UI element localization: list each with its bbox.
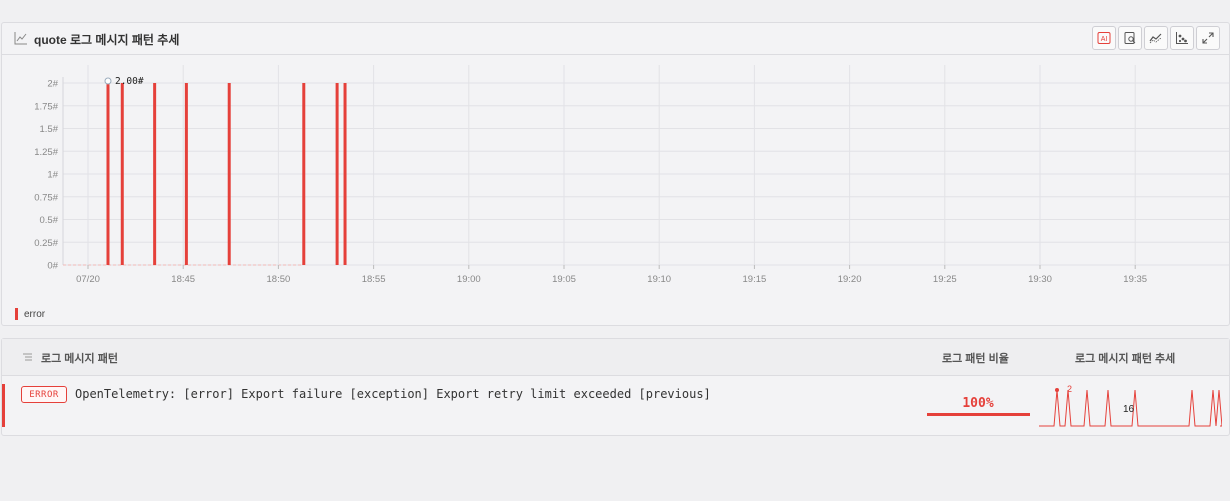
chart-legend[interactable]: error: [15, 308, 45, 320]
bar-error[interactable]: [302, 83, 306, 265]
table-row[interactable]: ERROR OpenTelemetry: [error] Export fail…: [2, 376, 1229, 434]
legend-label-error: error: [24, 308, 46, 320]
x-tick-label: 18:45: [171, 274, 195, 285]
bar-error[interactable]: [106, 83, 110, 265]
bar-error[interactable]: [184, 83, 188, 265]
panel-header: quote 로그 메시지 패턴 추세 AI: [2, 23, 1229, 55]
sparkline-max-label: 2: [1067, 384, 1072, 394]
y-tick-label: 1.25#: [34, 147, 58, 158]
y-tick-label: 0.75#: [34, 192, 58, 203]
search-log-button[interactable]: [1118, 26, 1142, 50]
header-pattern[interactable]: 로그 메시지 패턴: [41, 350, 118, 366]
row-level-indicator: [2, 384, 5, 427]
trend-panel: quote 로그 메시지 패턴 추세 AI 0# 0.25# 0.5# 0.75# 1#…: [1, 22, 1230, 326]
y-tick-label: 1.5#: [40, 124, 59, 135]
bar-error[interactable]: [343, 83, 347, 265]
sparkline-max-point: [1055, 388, 1059, 392]
hover-point: [104, 77, 112, 85]
trend-button[interactable]: [1144, 26, 1168, 50]
bar-error[interactable]: [227, 83, 231, 265]
y-tick-label: 0#: [47, 261, 58, 272]
error-trend-chart: 0# 0.25# 0.5# 0.75# 1# 1.25# 1.5# 1.75# 2# 07/20 1…: [34, 65, 1229, 285]
x-tick-label: 19:25: [933, 274, 957, 285]
pattern-message[interactable]: OpenTelemetry: [error] Export failure [e…: [75, 387, 711, 401]
search-log-icon: [1124, 32, 1136, 44]
ratio-bar: [927, 413, 1030, 416]
svg-text:AI: AI: [1101, 36, 1108, 43]
y-tick-label: 2#: [47, 79, 58, 90]
level-badge: ERROR: [21, 386, 67, 403]
y-tick-label: 1#: [47, 170, 58, 181]
scatter-icon: [1176, 32, 1188, 44]
legend-swatch-error: [15, 308, 18, 320]
trend-icon: [1149, 33, 1162, 44]
log-pattern-table: 로그 메시지 패턴 로그 패턴 비율 로그 메시지 패턴 추세 ERROR Op…: [1, 338, 1230, 436]
sparkline-count-label: 16: [1123, 404, 1135, 415]
line-chart-icon: [14, 32, 27, 45]
panel-toolbar: AI: [1092, 26, 1220, 50]
expand-button[interactable]: [1196, 26, 1220, 50]
list-icon: [23, 353, 32, 361]
panel-title: quote 로그 메시지 패턴 추세: [34, 33, 180, 47]
header-trend[interactable]: 로그 메시지 패턴 추세: [1075, 350, 1175, 366]
ai-button[interactable]: AI: [1092, 26, 1116, 50]
x-tick-label: 07/20: [76, 274, 100, 285]
scatter-button[interactable]: [1170, 26, 1194, 50]
x-tick-label: 19:35: [1123, 274, 1147, 285]
hover-value-label: 2.00#: [115, 76, 144, 87]
x-tick-label: 18:55: [362, 274, 386, 285]
ratio-value: 100%: [962, 396, 994, 411]
x-tick-label: 19:00: [457, 274, 481, 285]
y-tick-label: 0.25#: [34, 238, 58, 249]
ai-icon: AI: [1097, 32, 1111, 44]
expand-icon: [1202, 32, 1214, 44]
pattern-sparkline: 2 16: [1039, 384, 1222, 427]
x-tick-label: 19:30: [1028, 274, 1052, 285]
bar-error[interactable]: [153, 83, 157, 265]
x-tick-label: 18:50: [267, 274, 291, 285]
y-tick-label: 0.5#: [40, 215, 59, 226]
y-tick-label: 1.75#: [34, 101, 58, 112]
x-tick-label: 19:05: [552, 274, 576, 285]
x-tick-label: 19:20: [838, 274, 862, 285]
bar-error[interactable]: [335, 83, 339, 265]
bar-error[interactable]: [120, 83, 124, 265]
header-ratio[interactable]: 로그 패턴 비율: [942, 350, 1009, 366]
x-tick-label: 19:15: [743, 274, 767, 285]
x-tick-label: 19:10: [647, 274, 671, 285]
table-header: 로그 메시지 패턴 로그 패턴 비율 로그 메시지 패턴 추세: [2, 339, 1229, 376]
